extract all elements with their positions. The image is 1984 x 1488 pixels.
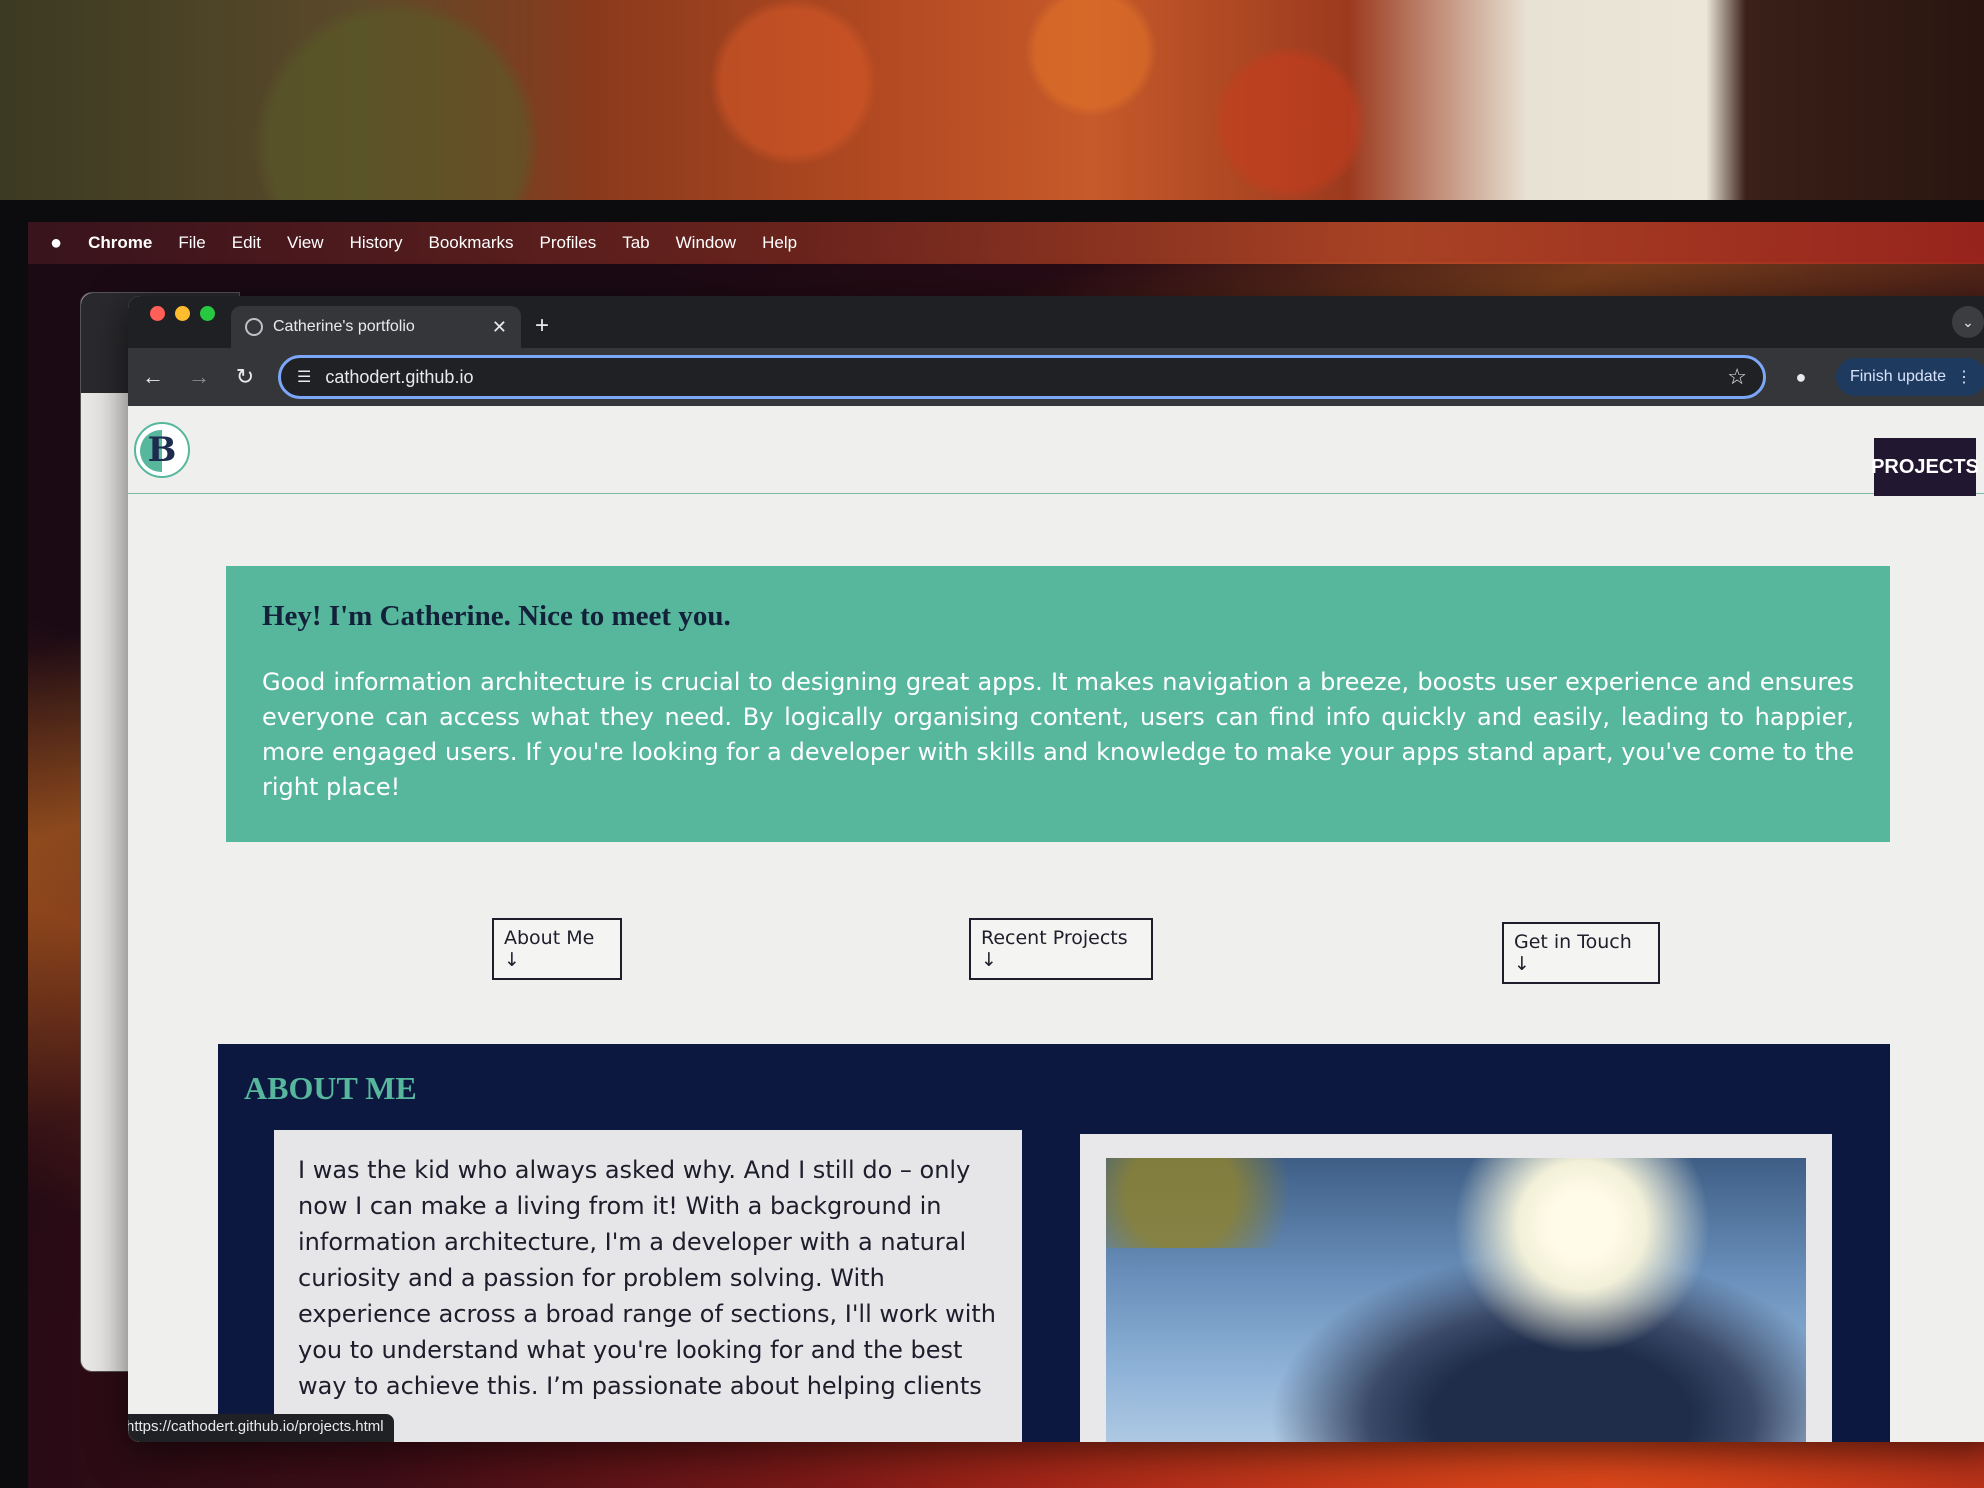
about-text-card: I was the kid who always asked why. And … <box>274 1130 1022 1442</box>
forward-arrow-icon[interactable]: → <box>186 364 212 390</box>
menu-profiles[interactable]: Profiles <box>540 233 597 253</box>
back-arrow-icon[interactable]: ← <box>140 364 166 390</box>
menu-edit[interactable]: Edit <box>232 233 261 253</box>
tab-title: Catherine's portfolio <box>273 318 415 335</box>
close-window-button[interactable] <box>150 305 165 321</box>
hero-banner: Hey! I'm Catherine. Nice to meet you. Go… <box>226 566 1890 842</box>
web-page: B PROJECTS Hey! I'm Catherine. Nice to m… <box>128 406 1984 1442</box>
tab-search-chevron-icon[interactable]: ⌄ <box>1952 306 1984 338</box>
new-tab-button[interactable]: + <box>521 312 563 348</box>
link-status-bubble: https://cathodert.github.io/projects.htm… <box>128 1414 394 1442</box>
globe-icon <box>245 318 263 336</box>
desktop-screen: ● Chrome File Edit View History Bookmark… <box>28 222 1984 1488</box>
hero-title: Hey! I'm Catherine. Nice to meet you. <box>262 600 731 632</box>
section-links: About Me ↓ Recent Projects ↓ Get in Touc… <box>128 918 1984 988</box>
menu-bookmarks[interactable]: Bookmarks <box>428 233 513 253</box>
tab-strip: Catherine's portfolio ✕ + ⌄ <box>128 296 1984 348</box>
minimize-window-button[interactable] <box>175 305 190 321</box>
kebab-menu-icon: ⋮ <box>1956 369 1972 386</box>
site-settings-icon[interactable]: ☰ <box>297 367 311 387</box>
menu-window[interactable]: Window <box>676 233 736 253</box>
hero-text: Good information architecture is crucial… <box>262 668 1854 801</box>
chrome-window: Catherine's portfolio ✕ + ⌄ ← → ↻ ☰ ☆ ● … <box>128 296 1984 1442</box>
bookmark-star-icon[interactable]: ☆ <box>1727 364 1747 390</box>
about-me-link[interactable]: About Me ↓ <box>492 918 622 980</box>
tab-catherines-portfolio[interactable]: Catherine's portfolio ✕ <box>231 306 521 348</box>
about-me-section: ABOUT ME I was the kid who always asked … <box>218 1044 1890 1442</box>
browser-toolbar: ← → ↻ ☰ ☆ ● Finish update ⋮ <box>128 348 1984 406</box>
about-photo-card <box>1080 1134 1832 1442</box>
profile-avatar-icon[interactable]: ● <box>1785 362 1816 392</box>
background-wall-photo <box>0 0 1984 205</box>
apple-icon[interactable]: ● <box>50 232 62 255</box>
projects-nav-button[interactable]: PROJECTS <box>1871 438 1979 496</box>
finish-update-button[interactable]: Finish update ⋮ <box>1835 358 1984 396</box>
logo-letter: B <box>147 430 177 470</box>
reload-icon[interactable]: ↻ <box>232 364 258 390</box>
menu-tab[interactable]: Tab <box>622 233 649 253</box>
site-header: B PROJECTS <box>128 406 1984 496</box>
cb-logo[interactable]: B <box>134 422 190 478</box>
address-bar[interactable]: ☰ ☆ <box>278 355 1766 399</box>
menu-history[interactable]: History <box>350 233 403 253</box>
url-input[interactable] <box>325 366 1714 388</box>
finish-update-label: Finish update <box>1849 368 1946 385</box>
menu-chrome[interactable]: Chrome <box>88 233 152 253</box>
window-controls <box>128 305 231 339</box>
about-heading: ABOUT ME <box>244 1070 417 1106</box>
menu-file[interactable]: File <box>178 233 205 253</box>
get-in-touch-link[interactable]: Get in Touch ↓ <box>1502 922 1660 984</box>
mac-menubar: ● Chrome File Edit View History Bookmark… <box>28 222 1984 264</box>
photo-foliage <box>1106 1158 1356 1248</box>
menu-view[interactable]: View <box>287 233 324 253</box>
zoom-window-button[interactable] <box>200 305 215 321</box>
menu-help[interactable]: Help <box>762 233 797 253</box>
close-tab-icon[interactable]: ✕ <box>492 317 507 338</box>
recent-projects-link[interactable]: Recent Projects ↓ <box>969 918 1153 980</box>
